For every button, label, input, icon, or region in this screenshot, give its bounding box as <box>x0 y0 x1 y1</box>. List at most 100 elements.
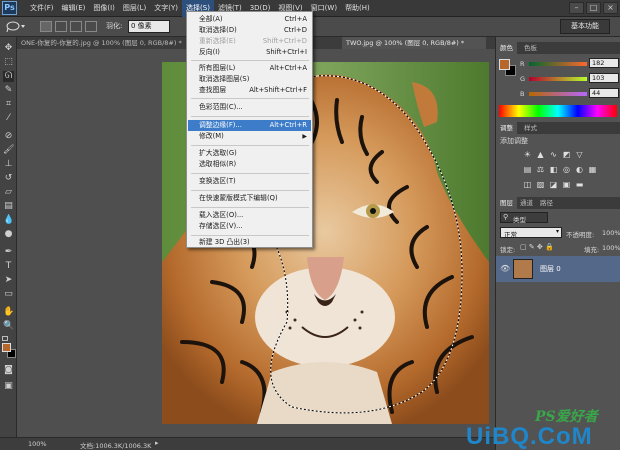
quick-mask-icon[interactable]: ◙ <box>3 365 14 376</box>
minimize-button[interactable]: – <box>569 2 584 14</box>
tab-document-two[interactable]: TWO.jpg @ 100% (图层 0, RGB/8#) * <box>342 37 486 49</box>
menu-type[interactable]: 文字(Y) <box>150 0 182 17</box>
channel-r-value[interactable]: 182 <box>589 58 619 68</box>
color-spectrum[interactable] <box>499 105 617 117</box>
tab-channels[interactable]: 通道 <box>516 197 537 209</box>
photo-filter-adjust-icon[interactable]: ◎ <box>562 165 571 174</box>
menu-layer[interactable]: 图层(L) <box>119 0 150 17</box>
shape-tool-icon[interactable]: ▭ <box>3 289 14 300</box>
lasso-tool-icon[interactable]: ᘏ <box>3 71 14 82</box>
status-arrow-icon[interactable]: ▸ <box>155 439 159 447</box>
levels-adjust-icon[interactable]: ▲ <box>536 150 545 159</box>
lock-icons[interactable]: ▢ ✎ ✥ 🔒 <box>520 243 554 251</box>
gradient-tool-icon[interactable]: ▤ <box>3 201 14 212</box>
layer-row[interactable]: 👁 图层 0 <box>496 256 620 282</box>
intersect-selection-icon[interactable] <box>85 21 97 32</box>
menu-item-similar[interactable]: 选取相似(R) <box>188 159 311 170</box>
bw-adjust-icon[interactable]: ◧ <box>549 165 558 174</box>
menu-item-all[interactable]: 全部(A) Ctrl+A <box>188 14 311 25</box>
menu-item-modify[interactable]: 修改(M) ▶ <box>188 131 311 142</box>
healing-brush-tool-icon[interactable]: ⊘ <box>3 131 14 142</box>
history-brush-tool-icon[interactable]: ↺ <box>3 173 14 184</box>
menu-item-deselect[interactable]: 取消选择(D) Ctrl+D <box>188 25 311 36</box>
feather-input[interactable]: 0 像素 <box>128 20 170 33</box>
marquee-tool-icon[interactable]: ⬚ <box>3 57 14 68</box>
hand-tool-icon[interactable]: ✋ <box>3 307 14 318</box>
lasso-tool-preset-icon[interactable] <box>4 19 26 34</box>
menu-file[interactable]: 文件(F) <box>26 0 58 17</box>
blur-tool-icon[interactable]: 💧 <box>3 215 14 226</box>
opacity-value[interactable]: 100% <box>602 229 620 237</box>
menu-edit[interactable]: 编辑(E) <box>58 0 90 17</box>
path-select-tool-icon[interactable]: ➤ <box>3 275 14 286</box>
screen-mode-icon[interactable]: ▣ <box>3 381 14 392</box>
photoshop-logo: Ps <box>2 1 17 15</box>
channel-b-slider[interactable] <box>529 92 587 96</box>
fill-value[interactable]: 100% <box>602 244 620 252</box>
move-tool-icon[interactable]: ✥ <box>3 43 14 54</box>
pen-tool-icon[interactable]: ✒ <box>3 247 14 258</box>
add-to-selection-icon[interactable] <box>55 21 67 32</box>
menu-item-deselect-layers[interactable]: 取消选择图层(S) <box>188 74 311 85</box>
menu-item-quick-mask[interactable]: 在快速蒙版模式下编辑(Q) <box>188 193 311 204</box>
hue-sat-adjust-icon[interactable]: ▤ <box>523 165 532 174</box>
menu-item-load-selection[interactable]: 载入选区(O)... <box>188 210 311 221</box>
tools-panel: ✥ ⬚ ᘏ ✎ ⌗ ⁄ ⊘ 🖌 ⊥ ↺ ▱ ▤ 💧 ● ✒ T ➤ ▭ ✋ 🔍 … <box>0 37 17 437</box>
exposure-adjust-icon[interactable]: ◩ <box>562 150 571 159</box>
menu-item-save-selection[interactable]: 存储选区(V)... <box>188 221 311 232</box>
brush-tool-icon[interactable]: 🖌 <box>3 145 14 156</box>
layer-name[interactable]: 图层 0 <box>540 264 561 274</box>
tab-color[interactable]: 颜色 <box>496 42 517 54</box>
blend-mode-select[interactable]: 正常 ▾ <box>500 227 562 239</box>
zoom-tool-icon[interactable]: 🔍 <box>3 321 14 332</box>
menu-item-refine-edge[interactable]: 调整边缘(F)... Alt+Ctrl+R <box>188 120 311 131</box>
selective-color-adjust-icon[interactable]: ▣ <box>562 180 571 189</box>
workspace-switcher[interactable]: 基本功能 <box>560 19 610 34</box>
maximize-button[interactable]: □ <box>586 2 601 14</box>
lookup-adjust-icon[interactable]: ▦ <box>588 165 597 174</box>
menu-item-inverse[interactable]: 反向(I) Shift+Ctrl+I <box>188 47 311 58</box>
foreground-color-swatch[interactable] <box>2 343 11 352</box>
eye-icon[interactable]: 👁 <box>500 264 510 273</box>
menu-item-new-3d-extrusion[interactable]: 新建 3D 凸出(3) <box>188 237 311 248</box>
subtract-selection-icon[interactable] <box>70 21 82 32</box>
clone-stamp-tool-icon[interactable]: ⊥ <box>3 159 14 170</box>
new-selection-icon[interactable] <box>40 21 52 32</box>
eraser-tool-icon[interactable]: ▱ <box>3 187 14 198</box>
tab-layers[interactable]: 图层 <box>496 197 517 209</box>
channel-g-slider[interactable] <box>529 77 587 81</box>
menu-item-all-layers[interactable]: 所有图层(L) Alt+Ctrl+A <box>188 63 311 74</box>
tab-swatches[interactable]: 色板 <box>520 42 541 54</box>
quick-select-tool-icon[interactable]: ✎ <box>3 85 14 96</box>
channel-g-value[interactable]: 103 <box>589 73 619 83</box>
color-balance-adjust-icon[interactable]: ⚖ <box>536 165 545 174</box>
menu-item-color-range[interactable]: 色彩范围(C)... <box>188 102 311 113</box>
zoom-level[interactable]: 100% <box>28 440 47 448</box>
menu-item-find-layers[interactable]: 查找图层 Alt+Shift+Ctrl+F <box>188 85 311 96</box>
tab-adjustments[interactable]: 调整 <box>496 122 517 134</box>
dodge-tool-icon[interactable]: ● <box>3 229 14 240</box>
menu-item-transform-selection[interactable]: 变换选区(T) <box>188 176 311 187</box>
tab-paths[interactable]: 路径 <box>536 197 557 209</box>
swap-colors-icon[interactable] <box>2 336 8 341</box>
invert-adjust-icon[interactable]: ◫ <box>523 180 532 189</box>
menu-image[interactable]: 图像(I) <box>89 0 119 17</box>
menu-help[interactable]: 帮助(H) <box>341 0 374 17</box>
brightness-adjust-icon[interactable]: ☀ <box>523 150 532 159</box>
menu-item-grow[interactable]: 扩大选取(G) <box>188 148 311 159</box>
channel-mixer-adjust-icon[interactable]: ◐ <box>575 165 584 174</box>
vibrance-adjust-icon[interactable]: ▽ <box>575 150 584 159</box>
channel-b-value[interactable]: 44 <box>589 88 619 98</box>
menu-item-reselect[interactable]: 重新选择(E) Shift+Ctrl+D <box>188 36 311 47</box>
layer-filter-select[interactable]: ⚲ 类型 <box>500 212 548 224</box>
channel-r-slider[interactable] <box>529 62 587 66</box>
posterize-adjust-icon[interactable]: ▨ <box>536 180 545 189</box>
type-tool-icon[interactable]: T <box>3 261 14 272</box>
curves-adjust-icon[interactable]: ∿ <box>549 150 558 159</box>
threshold-adjust-icon[interactable]: ◪ <box>549 180 558 189</box>
crop-tool-icon[interactable]: ⌗ <box>3 99 14 110</box>
close-button[interactable]: × <box>603 2 618 14</box>
eyedropper-tool-icon[interactable]: ⁄ <box>3 113 14 124</box>
gradient-map-adjust-icon[interactable]: ▬ <box>575 180 584 189</box>
tab-styles[interactable]: 样式 <box>520 122 541 134</box>
